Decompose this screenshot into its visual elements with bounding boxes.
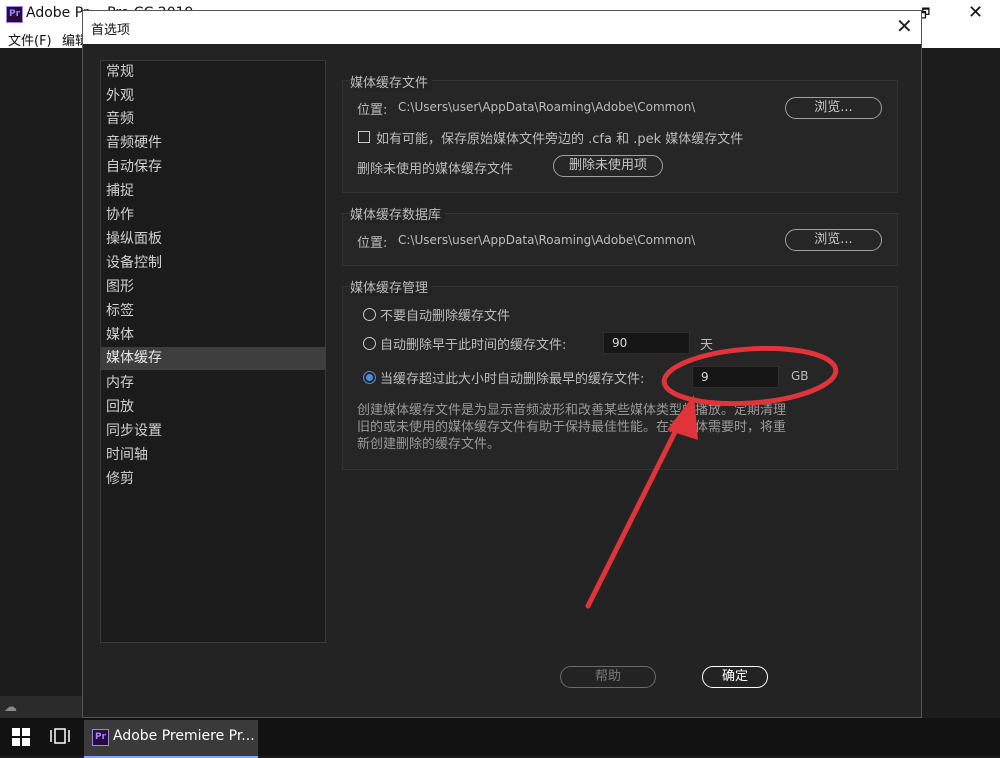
sidebar-item-media-cache[interactable]: 媒体缓存 [101,347,325,370]
sidebar-item-playback[interactable]: 回放 [101,396,325,419]
older-than-days-input[interactable]: 90 [603,332,690,354]
cache-size-input[interactable]: 9 [692,366,779,388]
sidebar-item-capture[interactable]: 捕捉 [101,180,325,203]
sidebar-item-sync-settings[interactable]: 同步设置 [101,420,325,443]
cache-files-browse-button[interactable]: 浏览... [785,97,882,119]
cache-management-description: 创建媒体缓存文件是为显示音频波形和改善某些媒体类型的播放。定期清理旧的或未使用的… [357,403,787,452]
dialog-titlebar [83,11,921,44]
sidebar-item-auto-save[interactable]: 自动保存 [101,156,325,179]
sidebar-item-control-surface[interactable]: 操纵面板 [101,228,325,251]
sidebar-item-appearance[interactable]: 外观 [101,85,325,108]
sidebar-item-graphics[interactable]: 图形 [101,276,325,299]
cache-database-browse-button[interactable]: 浏览... [785,229,882,251]
dialog-title: 首选项 [91,23,131,38]
cache-management-title: 媒体缓存管理 [350,277,433,296]
help-button[interactable]: 帮助 [560,666,656,688]
delete-unused-button[interactable]: 删除未使用项 [553,155,663,177]
dialog-close-icon[interactable]: ✕ [896,14,913,38]
delete-exceeds-size-label: 当缓存超过此大小时自动删除最早的缓存文件: [380,372,645,387]
no-auto-delete-radio[interactable] [363,308,376,321]
sidebar-item-timeline[interactable]: 时间轴 [101,444,325,467]
delete-exceeds-size-radio[interactable] [363,371,376,384]
sync-cloud-icon[interactable]: ☁ [4,700,17,715]
sidebar-item-device-control[interactable]: 设备控制 [101,252,325,275]
save-next-to-originals-label: 如有可能，保存原始媒体文件旁边的 .cfa 和 .pek 媒体缓存文件 [376,132,744,147]
menu-file[interactable]: 文件(F) [8,30,52,49]
save-next-to-originals-checkbox[interactable] [358,131,370,143]
ok-button[interactable]: 确定 [702,666,768,688]
premiere-taskbar-icon: Pr [92,729,109,746]
cache-files-location-label: 位置: [357,103,388,118]
cache-files-location-path: C:\Users\user\AppData\Roaming\Adobe\Comm… [398,100,696,114]
delete-older-than-label: 自动删除早于此时间的缓存文件: [380,338,567,353]
delete-older-than-radio[interactable] [363,337,376,350]
app-close-icon[interactable]: ✕ [968,2,983,23]
sidebar-item-trim[interactable]: 修剪 [101,468,325,491]
cache-database-location-path: C:\Users\user\AppData\Roaming\Adobe\Comm… [398,233,696,247]
sidebar-item-labels[interactable]: 标签 [101,300,325,323]
cache-files-title: 媒体缓存文件 [350,72,433,91]
cache-database-location-label: 位置: [357,236,388,251]
premiere-logo-icon: Pr [6,6,23,23]
sidebar-item-general[interactable]: 常规 [101,61,325,84]
cache-database-title: 媒体缓存数据库 [350,204,446,223]
sidebar-item-collaboration[interactable]: 协作 [101,204,325,227]
sidebar-item-audio[interactable]: 音频 [101,108,325,131]
sidebar-item-media[interactable]: 媒体 [101,324,325,347]
delete-unused-label: 删除未使用的媒体缓存文件 [357,162,514,177]
windows-start-icon[interactable] [12,728,30,746]
taskbar-app-label: Adobe Premiere Pr... [113,728,255,744]
task-view-icon[interactable] [50,727,70,745]
sidebar-item-memory[interactable]: 内存 [101,372,325,395]
no-auto-delete-label: 不要自动删除缓存文件 [380,309,511,324]
sidebar-item-audio-hardware[interactable]: 音频硬件 [101,132,325,155]
cache-size-unit: GB [791,369,809,383]
older-than-unit: 天 [700,338,714,353]
